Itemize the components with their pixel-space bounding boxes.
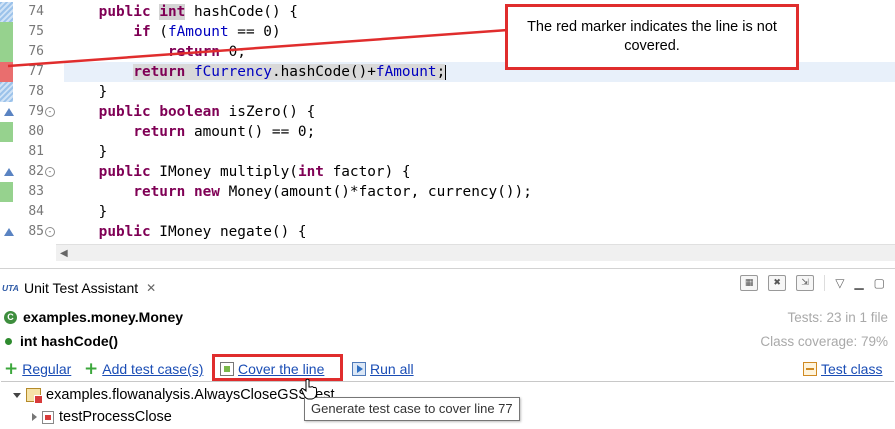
annotation-callout: The red marker indicates the line is not… [505,4,799,70]
run-all-action[interactable]: Run all [352,361,414,377]
test-class-action[interactable]: Test class [803,361,882,377]
remove-all-icon[interactable]: ✖ [768,275,787,291]
cover-line-highlight-box [212,354,343,381]
callout-pointer-line [7,28,509,68]
view-tab-title: Unit Test Assistant [24,280,139,296]
test-class-failed-icon [26,388,43,404]
class-coverage: Class coverage: 79% [760,334,888,349]
class-header: C examples.money.Money [4,309,183,325]
method-header: int hashCode() [5,333,118,349]
view-toolbar: ▦ ✖ ⇲ ▽ ▁ ▢ [740,275,885,291]
uta-icon: UTA [2,283,19,293]
close-icon[interactable]: ✕ [146,281,156,295]
maximize-icon[interactable]: ▢ [874,276,885,290]
hand-cursor-icon [300,378,317,400]
tree-item-test-class[interactable]: examples.flowanalysis.AlwaysCloseGSSTest [13,387,335,404]
plus-icon: + [4,359,19,379]
method-icon [5,337,12,345]
view-tab-unit-test-assistant[interactable]: UTA Unit Test Assistant ✕ [2,276,156,300]
action-bar: + Regular + Add test case(s) Cover the l… [3,361,892,381]
method-name: int hashCode() [20,333,118,349]
layout-icon[interactable]: ▦ [740,275,759,291]
test-class-link[interactable]: Test class [821,361,882,377]
class-icon: C [4,310,17,324]
add-test-case-action[interactable]: + Add test case(s) [84,359,203,379]
regular-link[interactable]: Regular [22,361,71,377]
test-class-icon [803,362,817,376]
tree-item-label: examples.flowanalysis.AlwaysCloseGSSTest [46,387,335,403]
toolbar-divider [824,275,826,291]
export-icon[interactable]: ⇲ [796,275,815,291]
collapse-icon[interactable] [32,413,37,421]
tree-item-test-method[interactable]: testProcessClose [32,409,172,425]
add-test-case-link[interactable]: Add test case(s) [102,361,203,377]
view-menu-icon[interactable]: ▽ [835,276,844,290]
run-all-link[interactable]: Run all [370,361,414,377]
tests-count: Tests: 23 in 1 file [787,310,888,325]
tree-item-label: testProcessClose [59,409,172,425]
test-method-failed-icon [42,410,54,424]
expand-icon[interactable] [13,392,21,398]
callout-text: The red marker indicates the line is not… [527,19,777,54]
run-icon [352,362,366,376]
regular-action[interactable]: + Regular [4,359,71,379]
minimize-icon[interactable]: ▁ [854,276,863,290]
class-name: examples.money.Money [23,309,184,325]
plus-icon: + [84,359,99,379]
tooltip: Generate test case to cover line 77 [304,397,520,421]
